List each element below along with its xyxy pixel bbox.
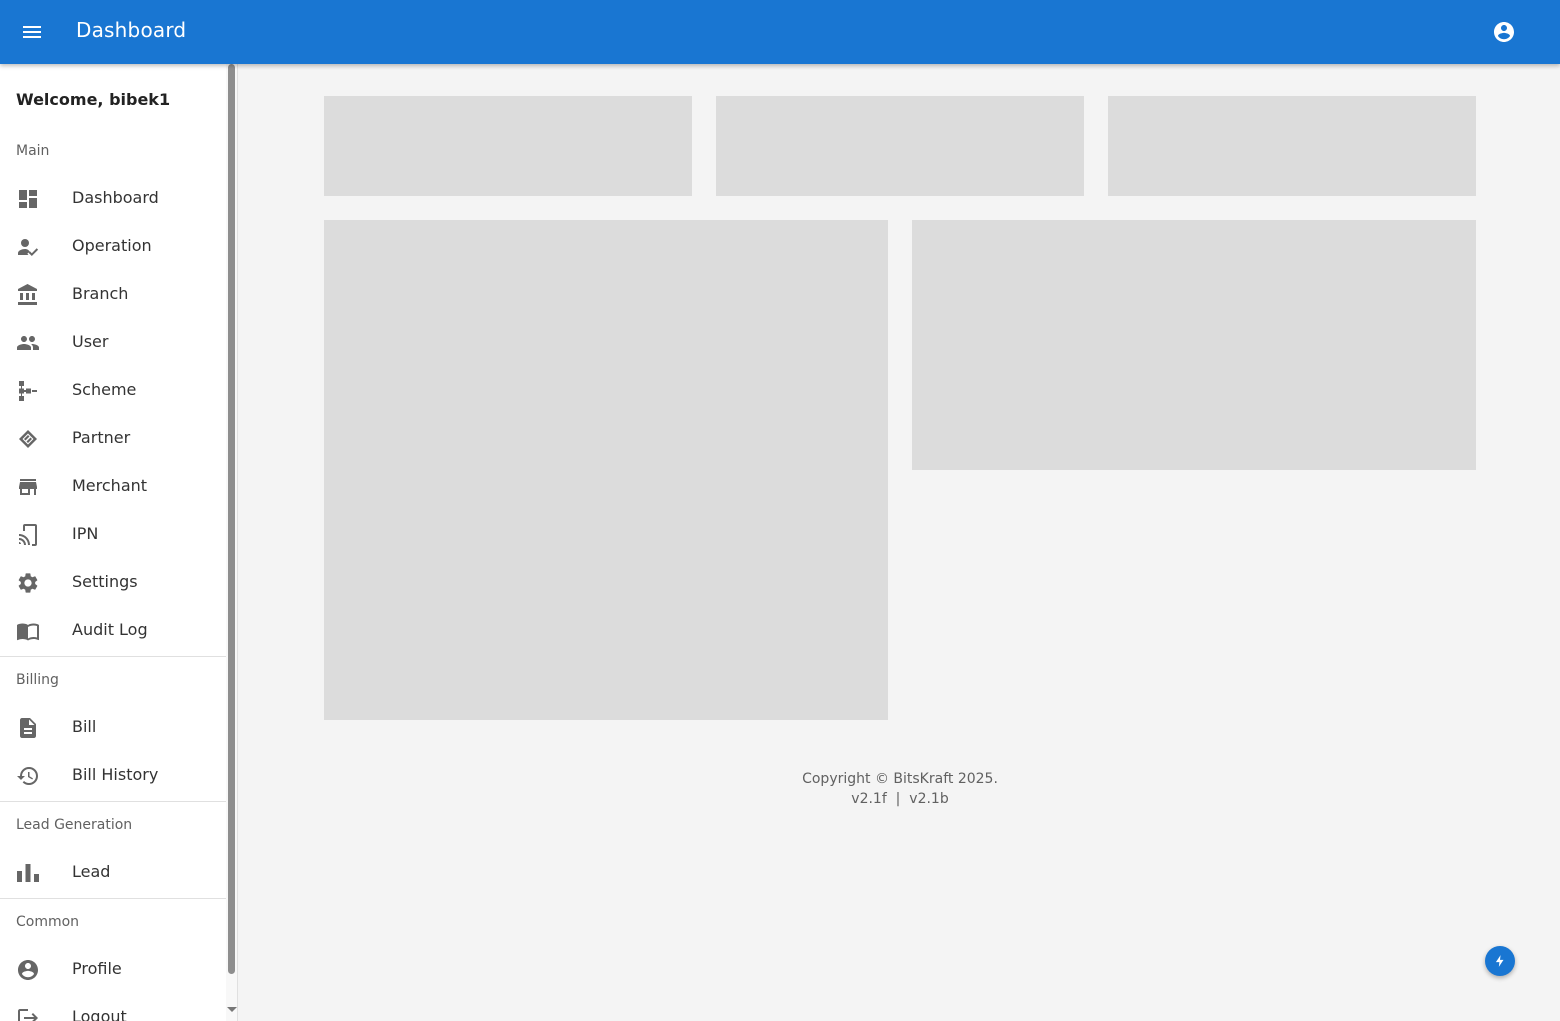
divider: [0, 656, 226, 657]
cast-icon: [16, 523, 40, 547]
sidebar-scrollbar[interactable]: [226, 64, 237, 1021]
sidebar-item-label: Lead: [72, 862, 111, 881]
handshake-icon: [16, 427, 40, 451]
skeleton-panel: [324, 220, 888, 720]
sidebar-item-label: Bill History: [72, 765, 159, 784]
copyright-text: Copyright © BitsKraft 2025.: [802, 771, 998, 787]
section-label-lead-generation: Lead Generation: [16, 817, 133, 833]
gear-icon: [16, 571, 40, 595]
welcome-text: Welcome, bibek1: [16, 90, 171, 109]
sidebar-item-label: Branch: [72, 284, 129, 303]
store-icon: [16, 475, 40, 499]
sidebar-item-dashboard[interactable]: Dashboard: [0, 175, 226, 223]
skeleton-card: [716, 96, 1084, 196]
sidebar-item-label: Dashboard: [72, 188, 159, 207]
sidebar-item-settings[interactable]: Settings: [0, 559, 226, 607]
sidebar-item-scheme[interactable]: Scheme: [0, 367, 226, 415]
logout-icon: [16, 1006, 40, 1021]
sidebar: Welcome, bibek1 Main Dashboard Operation…: [0, 64, 238, 1021]
footer: Copyright © BitsKraft 2025. v2.1f | v2.1…: [700, 769, 1100, 809]
page-title: Dashboard: [76, 18, 187, 42]
sidebar-item-label: IPN: [72, 524, 99, 543]
sidebar-item-user[interactable]: User: [0, 319, 226, 367]
version-text: v2.1f | v2.1b: [851, 791, 949, 807]
sidebar-item-label: Settings: [72, 572, 138, 591]
skeleton-card: [1108, 96, 1476, 196]
quick-action-button[interactable]: [1485, 946, 1515, 976]
app-bar: Dashboard: [0, 0, 1560, 64]
divider: [0, 898, 226, 899]
people-icon: [16, 331, 40, 355]
person-check-icon: [16, 235, 40, 259]
sidebar-item-label: Merchant: [72, 476, 148, 495]
sidebar-item-label: Operation: [72, 236, 152, 255]
sidebar-item-bill[interactable]: Bill: [0, 704, 226, 752]
bar-chart-icon: [16, 861, 40, 885]
section-label-common: Common: [16, 914, 80, 930]
sidebar-item-partner[interactable]: Partner: [0, 415, 226, 463]
sidebar-item-label: Scheme: [72, 380, 137, 399]
divider: [0, 801, 226, 802]
sidebar-item-merchant[interactable]: Merchant: [0, 463, 226, 511]
sidebar-item-branch[interactable]: Branch: [0, 271, 226, 319]
section-label-main: Main: [16, 143, 50, 159]
document-icon: [16, 716, 40, 740]
account-tree-icon: [16, 379, 40, 403]
sidebar-item-label: Bill: [72, 717, 97, 736]
sidebar-item-ipn[interactable]: IPN: [0, 511, 226, 559]
sidebar-item-label: Partner: [72, 428, 131, 447]
sidebar-item-operation[interactable]: Operation: [0, 223, 226, 271]
hamburger-menu-icon[interactable]: [20, 20, 44, 44]
sidebar-item-label: Logout: [72, 1007, 127, 1021]
history-icon: [16, 764, 40, 788]
sidebar-item-audit-log[interactable]: Audit Log: [0, 607, 226, 655]
sidebar-item-logout[interactable]: Logout: [0, 994, 226, 1021]
sidebar-item-label: Audit Log: [72, 620, 148, 639]
sidebar-item-bill-history[interactable]: Bill History: [0, 752, 226, 800]
book-open-icon: [16, 619, 40, 643]
skeleton-card: [324, 96, 692, 196]
account-circle-icon[interactable]: [1492, 20, 1516, 44]
skeleton-panel: [912, 220, 1476, 470]
scrollbar-thumb[interactable]: [228, 64, 235, 974]
scroll-down-arrow-icon[interactable]: [227, 1007, 237, 1012]
sidebar-item-label: User: [72, 332, 109, 351]
sidebar-item-lead[interactable]: Lead: [0, 849, 226, 897]
dashboard-icon: [16, 187, 40, 211]
lightning-bolt-icon: [1495, 955, 1504, 967]
sidebar-item-label: Profile: [72, 959, 122, 978]
account-circle-icon: [16, 958, 40, 982]
sidebar-item-profile[interactable]: Profile: [0, 946, 226, 994]
section-label-billing: Billing: [16, 672, 59, 688]
bank-icon: [16, 283, 40, 307]
